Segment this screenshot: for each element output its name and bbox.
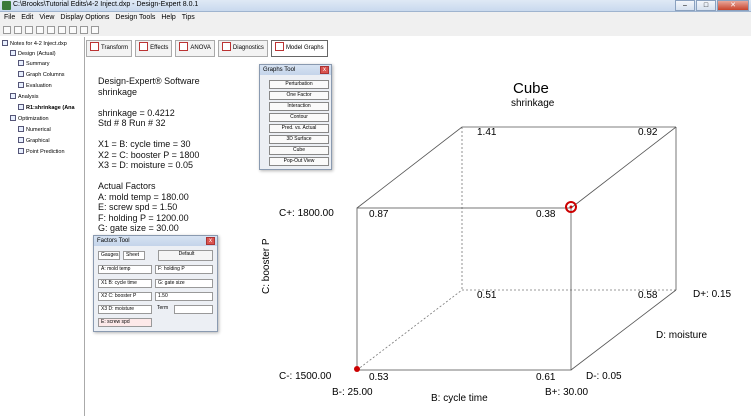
- 3d-surface-button[interactable]: 3D Surface: [269, 135, 329, 144]
- cube-button[interactable]: Cube: [269, 146, 329, 155]
- origin-point-dot: [354, 366, 360, 372]
- b-plus-label: B+: 30.00: [545, 387, 589, 398]
- c-plus-label: C+: 1800.00: [279, 208, 334, 219]
- d-minus-label: D-: 0.05: [586, 371, 622, 382]
- factors-tool-close-button[interactable]: x: [206, 237, 215, 245]
- corner-front-top-right: 0.38: [536, 209, 556, 220]
- cube-edge-bottom-left: [356, 289, 463, 371]
- factor-a-gauge[interactable]: A: mold temp: [98, 265, 152, 274]
- pop-out-view-button[interactable]: Pop-Out View: [269, 157, 329, 166]
- c-minus-label: C-: 1500.00: [279, 371, 332, 382]
- graphs-tool-panel: Graphs Tool x Perturbation One Factor In…: [259, 64, 332, 170]
- corner-back-bottom-right: 0.58: [638, 290, 658, 301]
- contour-button[interactable]: Contour: [269, 113, 329, 122]
- sheet-tab[interactable]: Sheet: [123, 251, 145, 260]
- one-factor-button[interactable]: One Factor: [269, 91, 329, 100]
- cube-title: Cube: [513, 80, 549, 97]
- corner-front-bottom-right: 0.61: [536, 372, 556, 383]
- factors-tool-panel: Factors Tool x Gauges Sheet Default A: m…: [93, 235, 218, 332]
- corner-back-top-right: 0.92: [638, 127, 658, 138]
- factor-d-gauge[interactable]: X3 D: moisture: [98, 305, 152, 314]
- cube-graph: [354, 126, 677, 372]
- factor-value-input[interactable]: 1.50: [155, 292, 213, 301]
- term-label: Term: [157, 305, 169, 311]
- term-select[interactable]: [174, 305, 213, 314]
- pred-vs-actual-button[interactable]: Pred. vs. Actual: [269, 124, 329, 133]
- d-plus-label: D+: 0.15: [693, 289, 732, 300]
- factors-tool-title: Factors Tool: [94, 236, 217, 246]
- z-axis-label: D: moisture: [656, 330, 708, 341]
- b-minus-label: B-: 25.00: [332, 387, 373, 398]
- factor-f-gauge[interactable]: F: holding P: [155, 265, 213, 274]
- corner-front-bottom-left: 0.53: [369, 372, 389, 383]
- perturbation-button[interactable]: Perturbation: [269, 80, 329, 89]
- x-axis-label: B: cycle time: [431, 393, 488, 404]
- cube-edge-top-right: [570, 126, 677, 209]
- factor-g-gauge[interactable]: G: gate size: [155, 279, 213, 288]
- factor-e-gauge[interactable]: E: screw spd: [98, 318, 152, 327]
- interaction-button[interactable]: Interaction: [269, 102, 329, 111]
- factor-b-gauge[interactable]: X1 B: cycle time: [98, 279, 152, 288]
- y-axis-label: C: booster P: [261, 238, 272, 294]
- default-button[interactable]: Default: [158, 250, 213, 261]
- corner-front-top-left: 0.87: [369, 209, 389, 220]
- graphs-tool-close-button[interactable]: x: [320, 66, 329, 74]
- cube-subtitle: shrinkage: [511, 98, 555, 109]
- factor-c-gauge[interactable]: X2 C: booster P: [98, 292, 152, 301]
- corner-back-bottom-left: 0.51: [477, 290, 497, 301]
- selected-point-dot: [569, 205, 573, 209]
- corner-back-top-left: 1.41: [477, 127, 497, 138]
- cube-edge-top-left: [356, 126, 463, 209]
- gauges-tab[interactable]: Gauges: [98, 251, 120, 260]
